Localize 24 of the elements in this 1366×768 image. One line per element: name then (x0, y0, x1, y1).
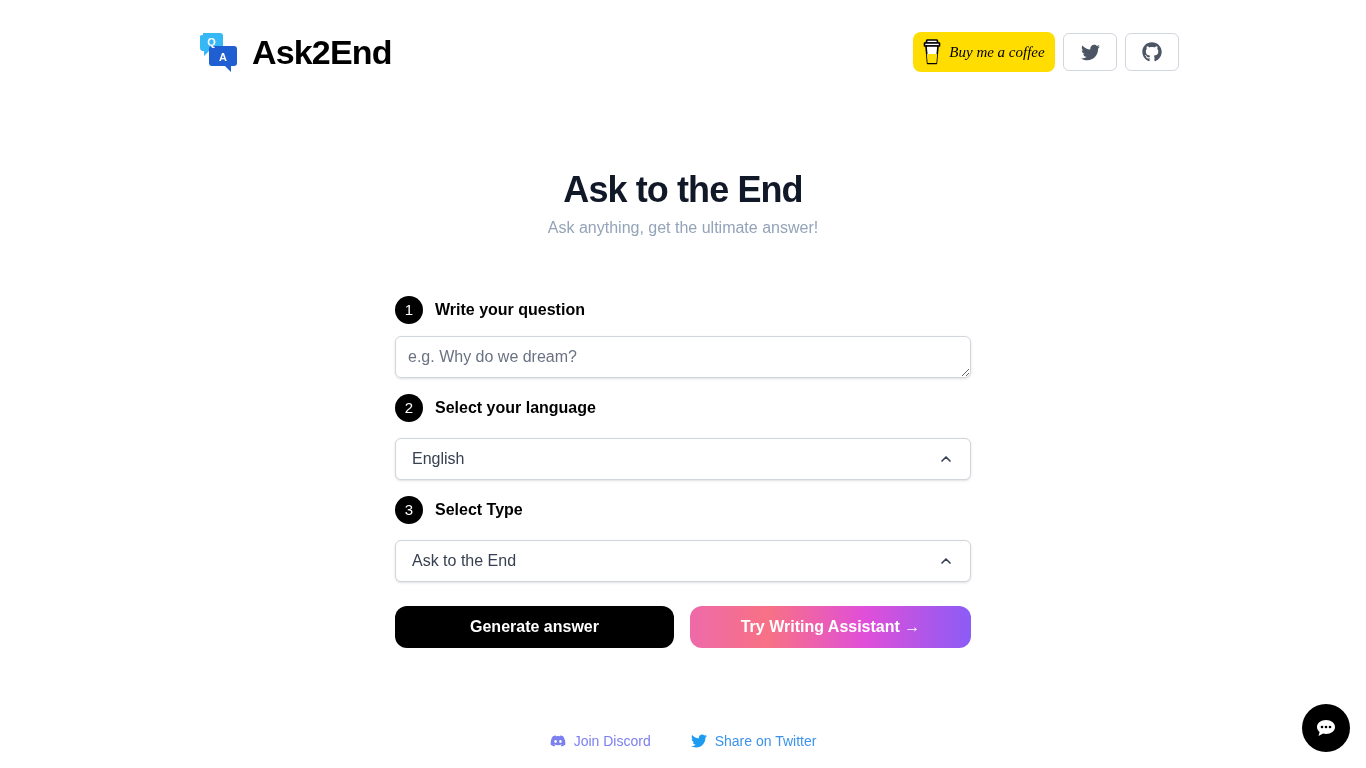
step-number: 2 (395, 394, 423, 422)
generate-answer-button[interactable]: Generate answer (395, 606, 674, 648)
question-field[interactable]: e.g. Why do we dream? (395, 336, 971, 378)
dropdown-select[interactable]: English (395, 438, 971, 480)
discord-icon (549, 733, 566, 749)
github-button[interactable] (1125, 33, 1179, 71)
page-subtitle: Ask anything, get the ultimate answer! (547, 218, 819, 238)
twitter-button[interactable] (1063, 33, 1117, 71)
join-discord-link[interactable]: Join Discord (549, 731, 651, 751)
bird-icon (690, 733, 707, 749)
step-number: 3 (395, 496, 423, 524)
step-label: Select your language (435, 398, 596, 418)
step-label: Write your question (435, 300, 585, 320)
site-logo-text: Ask2End (252, 32, 392, 72)
step-label: Select Type (435, 500, 523, 520)
speech-bubble-icon (1316, 719, 1336, 737)
page-title: Ask to the End (563, 170, 803, 210)
bird-icon (1080, 42, 1100, 62)
github-cat-icon (1142, 42, 1162, 62)
dropdown-select[interactable]: Ask to the End (395, 540, 971, 582)
buy-me-a-coffee-button[interactable]: Buy me a coffee (913, 32, 1055, 72)
step-number: 1 (395, 296, 423, 324)
coffee-cup-icon (923, 39, 942, 65)
chat-button[interactable] (1302, 704, 1350, 752)
